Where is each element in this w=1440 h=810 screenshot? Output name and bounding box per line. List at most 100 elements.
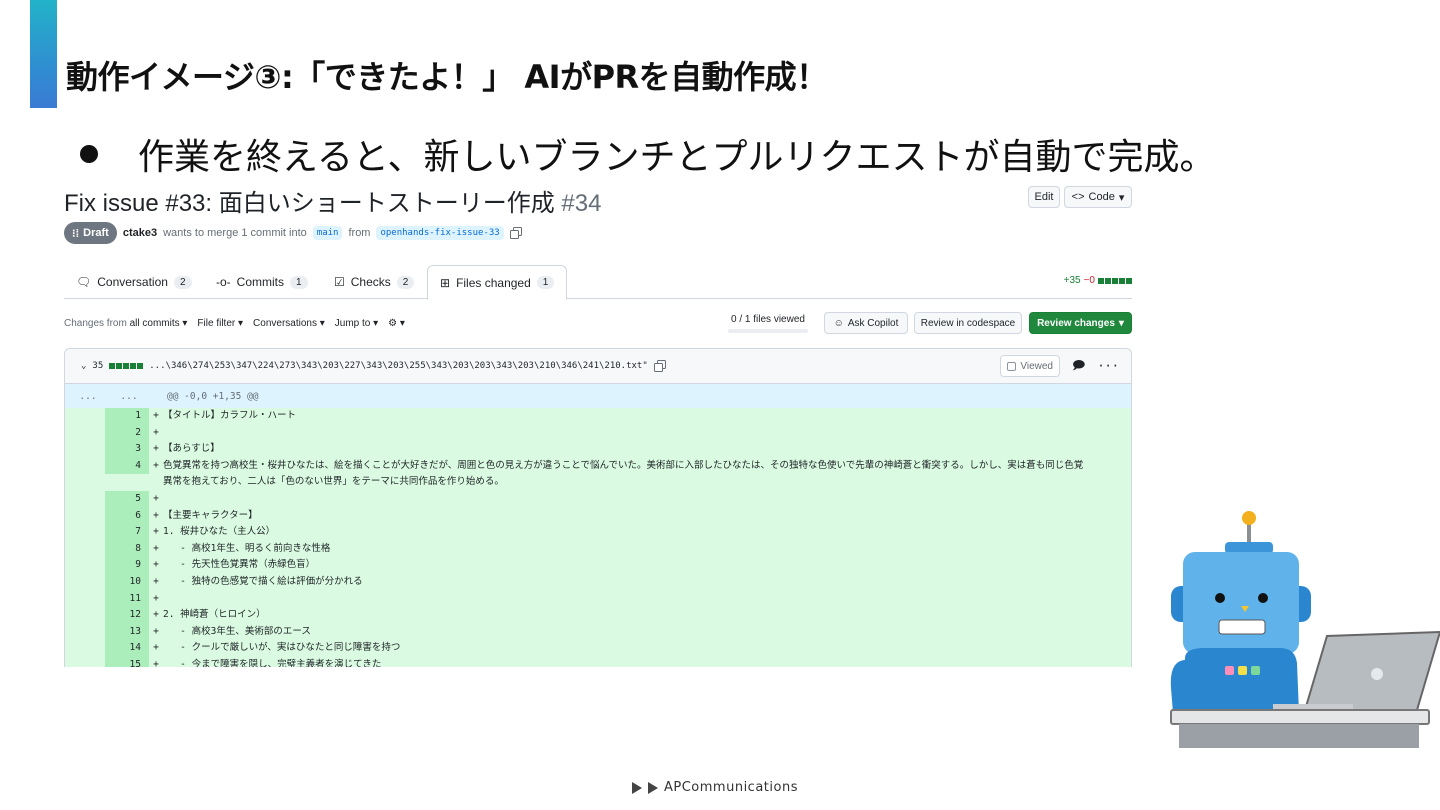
ask-copilot-label: Ask Copilot <box>847 317 899 329</box>
files-viewed: 0 / 1 files viewed <box>728 314 808 333</box>
tab-commits[interactable]: -o- Commits 1 <box>204 265 320 299</box>
diff-line: 2 + <box>65 424 1131 442</box>
viewed-label: Viewed <box>1020 360 1053 372</box>
tab-label: Conversation <box>97 275 168 289</box>
copilot-icon: ☺ <box>833 317 844 329</box>
diff-line: 3 + 【あらすじ】 <box>65 441 1131 458</box>
addition-sign: + <box>153 459 159 471</box>
ask-copilot-button[interactable]: ☺ Ask Copilot <box>824 312 908 334</box>
addition-sign: + <box>153 559 159 571</box>
review-changes-button[interactable]: Review changes ▾ <box>1029 312 1132 334</box>
pr-tabs: 🗨 Conversation 2 -o- Commits 1 ☑ Checks … <box>64 265 1132 300</box>
new-line-number[interactable]: 4 <box>105 457 149 475</box>
comment-icon[interactable]: 🗩 <box>1072 356 1085 377</box>
line-content: 【主要キャラクター】 <box>163 509 258 521</box>
jump-to-dropdown[interactable]: Jump to ▾ <box>335 318 378 329</box>
draft-badge: ⁝⁞ Draft <box>64 222 117 244</box>
file-diff-icon: ⊞ <box>440 275 451 290</box>
tab-checks[interactable]: ☑ Checks 2 <box>322 265 426 299</box>
new-line-number[interactable]: 2 <box>105 424 149 442</box>
addition-sign: + <box>153 575 159 587</box>
new-line-number[interactable]: 11 <box>105 590 149 608</box>
addition-sign: + <box>153 609 159 621</box>
new-line-number[interactable]: 15 <box>105 656 149 667</box>
line-content: - 高校3年生、美術部のエース <box>163 625 311 637</box>
draft-label: Draft <box>83 227 109 239</box>
head-branch[interactable]: openhands-fix-issue-33 <box>376 226 504 240</box>
diff-line: 11 + <box>65 590 1131 608</box>
file-filter-dropdown[interactable]: File filter ▾ <box>197 318 243 329</box>
new-line-number[interactable]: 8 <box>105 540 149 558</box>
new-line-number[interactable]: 13 <box>105 623 149 641</box>
diff-body: ... ... @@ -0,0 +1,35 @@ 1 + 【タイトル】カラフル・ハー… <box>65 384 1131 667</box>
tab-label: Commits <box>236 275 285 289</box>
tab-label: Files changed <box>456 275 531 290</box>
collapse-chevron-icon[interactable]: ⌄ <box>81 361 86 371</box>
pr-meta-from: from <box>348 227 371 239</box>
diff-line: 6 + 【主要キャラクター】 <box>65 507 1131 525</box>
files-viewed-progress <box>728 329 808 333</box>
bullet-dot <box>80 145 98 163</box>
diff-line: 8 + - 高校1年生、明るく前向きな性格 <box>65 540 1131 558</box>
slide-title: 動作イメージ③:「できたよ！」 AIがPRを自動作成！ <box>66 58 828 96</box>
review-changes-label: Review changes <box>1037 317 1115 329</box>
copy-icon[interactable] <box>509 227 522 239</box>
gear-icon[interactable]: ⚙ ▾ <box>388 318 405 329</box>
diffstat-deletions: −0 <box>1083 275 1095 286</box>
review-in-codespace-button[interactable]: Review in codespace <box>914 312 1022 334</box>
copy-icon[interactable] <box>653 360 666 372</box>
slide-accent-bar <box>30 0 57 108</box>
diff-line: 10 + - 独特の色感覚で描く絵は評価が分かれる <box>65 573 1131 591</box>
tab-count: 2 <box>396 275 415 289</box>
hunk-header-text: @@ -0,0 +1,35 @@ <box>167 390 259 402</box>
checkbox-icon <box>1007 361 1017 371</box>
kebab-menu-icon[interactable]: ··· <box>1097 359 1119 373</box>
robot-with-laptop-illustration <box>1170 511 1440 748</box>
new-line-number[interactable]: 9 <box>105 557 149 574</box>
diffstat-additions: +35 <box>1063 275 1081 286</box>
diffstat: +35 −0 <box>1064 275 1132 286</box>
pr-meta-text: wants to merge 1 commit into <box>163 227 307 239</box>
expand-up[interactable]: ... <box>65 391 111 402</box>
addition-sign: + <box>153 642 159 654</box>
line-content: - 高校1年生、明るく前向きな性格 <box>163 542 331 554</box>
code-button[interactable]: <> Code ▾ <box>1064 186 1132 208</box>
new-line-number[interactable]: 3 <box>105 441 149 458</box>
addition-sign: + <box>153 509 159 521</box>
files-viewed-label: 0 / 1 files viewed <box>731 314 805 325</box>
file-path[interactable]: ...\346\274\253\347\224\273\343\203\227\… <box>149 361 648 371</box>
line-content: - 独特の色感覚で描く絵は評価が分かれる <box>163 575 363 587</box>
edit-button[interactable]: Edit <box>1028 186 1060 208</box>
new-line-number[interactable]: 7 <box>105 524 149 541</box>
file-header: ⌄ 35 ...\346\274\253\347\224\273\343\203… <box>65 349 1131 384</box>
conversations-dropdown[interactable]: Conversations ▾ <box>253 318 325 329</box>
code-button-label: Code <box>1088 191 1115 203</box>
tab-count: 2 <box>173 275 192 289</box>
new-line-number[interactable]: 1 <box>105 408 149 425</box>
diff-line: 12 +2. 神崎蒼（ヒロイン） <box>65 607 1131 624</box>
new-line-number[interactable]: 12 <box>105 607 149 624</box>
addition-sign: + <box>153 492 159 504</box>
new-line-number[interactable]: 14 <box>105 640 149 657</box>
base-branch[interactable]: main <box>312 226 343 240</box>
line-content: 【タイトル】カラフル・ハート <box>163 410 297 421</box>
bullet-text: 作業を終えると、新しいブランチとプルリクエストが自動で完成。 <box>138 137 1216 178</box>
files-toolbar: Changes from all commits ▾ File filter ▾… <box>64 312 1132 336</box>
changes-from-dropdown[interactable]: Changes from all commits ▾ <box>64 318 187 329</box>
checklist-icon: ☑ <box>334 275 345 289</box>
diff-line: 7 +1. 桜井ひなた（主人公） <box>65 524 1131 541</box>
diff-line: 4 + 色覚異常を持つ高校生・桜井ひなたは、絵を描くことが大好きだが、周囲と色の見え… <box>65 457 1131 491</box>
expand-down[interactable]: ... <box>111 391 147 402</box>
new-line-number[interactable]: 5 <box>105 490 149 508</box>
tab-conversation[interactable]: 🗨 Conversation 2 <box>64 265 204 299</box>
addition-sign: + <box>153 658 159 667</box>
tab-files-changed[interactable]: ⊞ Files changed 1 <box>427 265 568 300</box>
pr-author[interactable]: ctake3 <box>123 227 157 239</box>
addition-sign: + <box>153 542 159 554</box>
new-line-number[interactable]: 10 <box>105 573 149 591</box>
new-line-number[interactable]: 6 <box>105 507 149 525</box>
file-diffstat-blocks <box>109 363 144 369</box>
viewed-checkbox[interactable]: Viewed <box>1000 355 1060 377</box>
addition-sign: + <box>153 625 159 637</box>
chevron-down-icon: ▾ <box>1118 191 1125 204</box>
